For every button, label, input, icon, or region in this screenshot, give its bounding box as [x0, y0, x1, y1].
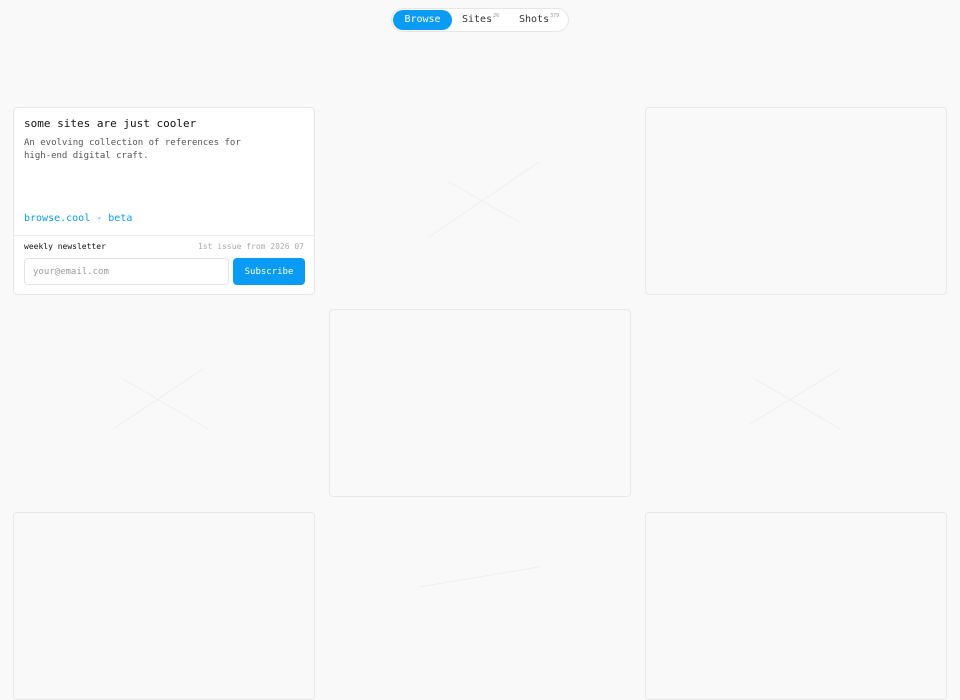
loading-tile[interactable] — [645, 309, 947, 497]
tab-shots-label: Shots — [519, 14, 550, 25]
placeholder-x-icon — [428, 161, 540, 238]
top-nav: Browse Sites26 Shots379 — [391, 8, 569, 32]
card-divider — [14, 235, 314, 236]
tab-sites-count: 26 — [493, 13, 500, 19]
email-field[interactable] — [24, 258, 229, 285]
tab-sites[interactable]: Sites26 — [462, 10, 499, 30]
loading-tile[interactable] — [329, 107, 631, 295]
intro-description: An evolving collection of references for… — [24, 138, 241, 161]
site-tile[interactable] — [645, 107, 947, 295]
site-tile[interactable] — [13, 512, 315, 700]
placeholder-x-icon — [418, 566, 540, 588]
placeholder-x-icon — [749, 368, 841, 430]
placeholder-x-icon — [112, 368, 209, 430]
tab-browse[interactable]: Browse — [393, 10, 452, 30]
tab-shots[interactable]: Shots379 — [519, 10, 559, 30]
loading-tile[interactable] — [329, 512, 631, 700]
newsletter-date: 1st issue from 2026 07 — [198, 242, 304, 251]
intro-title: some sites are just cooler — [24, 117, 197, 130]
tab-shots-count: 379 — [550, 13, 560, 19]
intro-card: some sites are just cooler An evolving c… — [13, 107, 315, 295]
site-tile[interactable] — [329, 309, 631, 497]
beta-link[interactable]: browse.cool - beta — [24, 213, 132, 224]
tab-browse-label: Browse — [404, 14, 441, 25]
loading-tile[interactable] — [13, 309, 315, 497]
tab-sites-label: Sites — [462, 14, 493, 25]
site-tile[interactable] — [645, 512, 947, 700]
newsletter-label: weekly newsletter — [24, 242, 106, 251]
subscribe-button[interactable]: Subscribe — [233, 258, 305, 285]
